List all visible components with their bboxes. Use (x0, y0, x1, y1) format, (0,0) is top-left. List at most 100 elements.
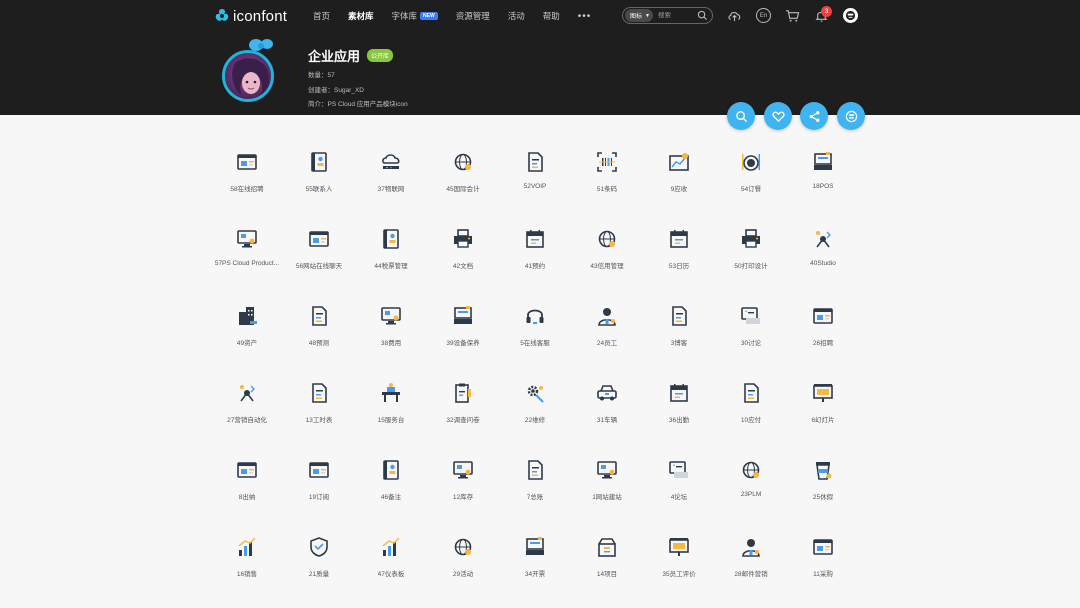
nav-home[interactable]: 首页 (313, 10, 330, 22)
nav-font-library[interactable]: 字体库 NEW (392, 10, 438, 22)
icon-card[interactable]: 12库存 (427, 448, 499, 525)
icon-card[interactable]: 46备注 (355, 448, 427, 525)
icon-card[interactable]: 35员工评价 (643, 525, 715, 602)
icon-card[interactable]: 57PS Cloud Product... (211, 217, 283, 294)
icon-card[interactable]: 49资产 (211, 294, 283, 371)
nav-material-label: 素材库 (348, 11, 374, 21)
search-type-select[interactable]: 图标 ▼ (625, 9, 653, 22)
cart-icon[interactable] (785, 8, 800, 23)
icon-card-label: 41预约 (524, 263, 546, 270)
icon-card[interactable]: 18POS (787, 140, 859, 217)
icon-card[interactable]: 5在线客服 (499, 294, 571, 371)
icon-card[interactable]: 21质量 (283, 525, 355, 602)
icon-card[interactable]: 1网站建站 (571, 448, 643, 525)
icon-card[interactable]: 19订阅 (283, 448, 355, 525)
icon-card[interactable]: 26招聘 (787, 294, 859, 371)
nav-help[interactable]: 帮助 (543, 10, 560, 22)
icon-card-label: 23PLM (740, 491, 762, 498)
count-value: 57 (327, 72, 335, 79)
icon-card-label: 21质量 (308, 571, 330, 578)
icon-card[interactable]: 45国际会计 (427, 140, 499, 217)
icon-card[interactable]: 51条码 (571, 140, 643, 217)
icon-card-label: 3博客 (670, 340, 688, 347)
chart-icon (667, 150, 691, 174)
icon-card[interactable]: 24员工 (571, 294, 643, 371)
icon-card[interactable]: 10应付 (715, 371, 787, 448)
icon-card[interactable]: 8出纳 (211, 448, 283, 525)
icon-card[interactable]: 52VOIP (499, 140, 571, 217)
icon-card[interactable]: 9应收 (643, 140, 715, 217)
icon-card[interactable]: 39设备保养 (427, 294, 499, 371)
icon-card[interactable]: 48预测 (283, 294, 355, 371)
nav-material-library[interactable]: 素材库 (348, 10, 374, 22)
top-navbar: iconfont 首页 素材库 字体库 NEW 资源管理 活动 帮助 ••• 图标… (0, 0, 1080, 32)
icon-card[interactable]: 44税票管理 (355, 217, 427, 294)
icon-card[interactable]: 14项目 (571, 525, 643, 602)
icon-card-label: 25休假 (812, 494, 834, 501)
nav-more-menu[interactable]: ••• (578, 11, 592, 22)
globe-icon (739, 458, 763, 482)
icon-card[interactable]: 27营销自动化 (211, 371, 283, 448)
creator-value[interactable]: Sugar_XD (334, 87, 364, 94)
icon-card[interactable]: 25休假 (787, 448, 859, 525)
bars-icon (235, 535, 259, 559)
icon-card[interactable]: 54订餐 (715, 140, 787, 217)
icon-card[interactable]: 58在线招聘 (211, 140, 283, 217)
nav-activity[interactable]: 活动 (508, 10, 525, 22)
iconfont-logo-icon (215, 9, 229, 21)
icon-card-label: 13工时表 (305, 417, 333, 424)
icon-card[interactable]: 40Studio (787, 217, 859, 294)
icon-card[interactable]: 3博客 (643, 294, 715, 371)
icon-card[interactable]: 13工时表 (283, 371, 355, 448)
icon-card-label: 19订阅 (308, 494, 330, 501)
icon-card[interactable]: 50打印设计 (715, 217, 787, 294)
icon-card[interactable]: 15服务台 (355, 371, 427, 448)
icon-card-label: 55联系人 (305, 186, 333, 193)
favorite-button[interactable] (764, 102, 792, 130)
pos-icon (523, 535, 547, 559)
icon-card[interactable]: 36出勤 (643, 371, 715, 448)
icon-card[interactable]: 43信用管理 (571, 217, 643, 294)
icon-card[interactable]: “ 4论坛 (643, 448, 715, 525)
icon-card[interactable]: 23PLM (715, 448, 787, 525)
icon-card[interactable]: 31车辆 (571, 371, 643, 448)
icon-card[interactable]: 22维修 (499, 371, 571, 448)
desk-icon (379, 381, 403, 405)
icon-card[interactable]: 16销售 (211, 525, 283, 602)
icon-card-label: 45国际会计 (446, 186, 480, 193)
nav-activity-label: 活动 (507, 11, 525, 21)
icon-card[interactable]: 28邮件营销 (715, 525, 787, 602)
icon-card[interactable]: 56网站在线聊天 (283, 217, 355, 294)
search-input[interactable] (657, 12, 696, 19)
share-button[interactable] (800, 102, 828, 130)
icon-card[interactable]: 32调查问卷 (427, 371, 499, 448)
icon-card[interactable]: 38费用 (355, 294, 427, 371)
svg-text:“: “ (673, 464, 676, 471)
book-icon (307, 150, 331, 174)
nav-resource-manage[interactable]: 资源管理 (456, 10, 490, 22)
icon-card[interactable]: 6幻灯片 (787, 371, 859, 448)
icon-card[interactable]: 41预约 (499, 217, 571, 294)
manage-collection-button[interactable] (837, 102, 865, 130)
icon-card[interactable]: 29活动 (427, 525, 499, 602)
search-collection-button[interactable] (727, 102, 755, 130)
icon-card[interactable]: 7总账 (499, 448, 571, 525)
icon-card-label: 37物联网 (377, 186, 405, 193)
slides-icon (811, 381, 835, 405)
search-icon[interactable] (697, 10, 708, 21)
icon-card[interactable]: 34开票 (499, 525, 571, 602)
brand-logo[interactable]: iconfont (213, 6, 287, 26)
icon-card[interactable]: 53日历 (643, 217, 715, 294)
icon-card[interactable]: 55联系人 (283, 140, 355, 217)
icon-card[interactable]: 11采购 (787, 525, 859, 602)
cloud-upload-icon[interactable] (727, 8, 742, 23)
icon-card[interactable]: 42文档 (427, 217, 499, 294)
cloud-icon (379, 150, 403, 174)
icon-card[interactable]: 37物联网 (355, 140, 427, 217)
language-switch-button[interactable]: En (756, 8, 771, 23)
icon-card[interactable]: 47仪表板 (355, 525, 427, 602)
icon-card[interactable]: “ 30讨论 (715, 294, 787, 371)
search-icon (735, 110, 747, 122)
book-icon (379, 458, 403, 482)
user-avatar[interactable] (843, 8, 858, 23)
